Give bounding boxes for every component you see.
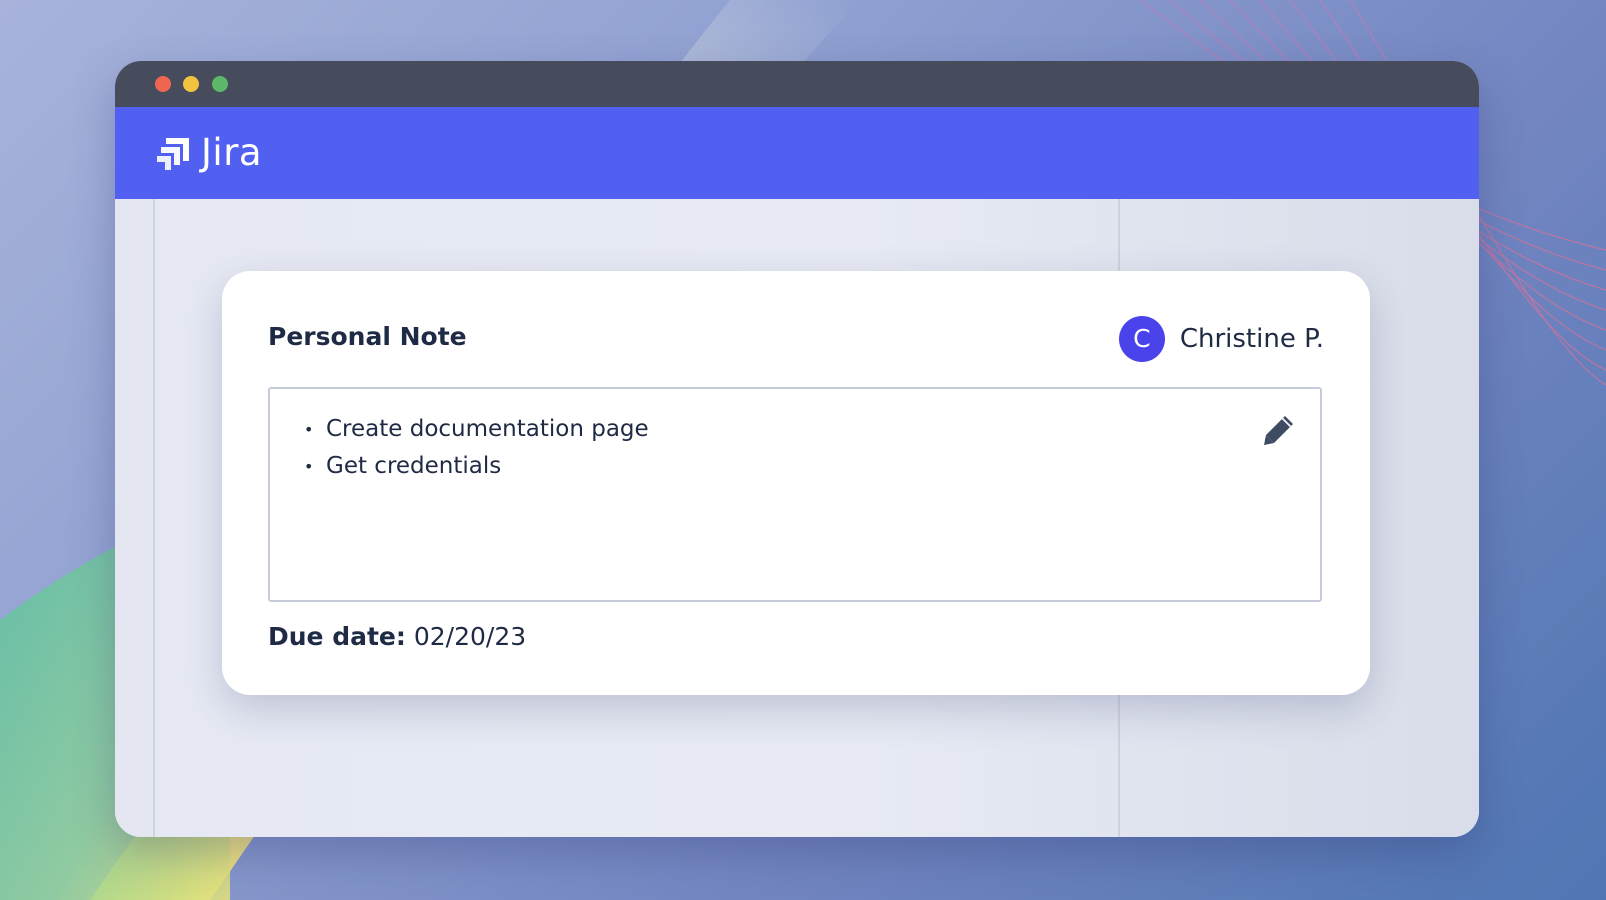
jira-logo[interactable]: Jira xyxy=(155,133,262,173)
note-list: • Create documentation page • Get creden… xyxy=(304,411,649,485)
note-title: Personal Note xyxy=(268,322,467,351)
window-titlebar xyxy=(115,61,1479,107)
list-item: • Get credentials xyxy=(304,448,649,485)
list-item-text: Create documentation page xyxy=(326,416,649,442)
note-content-box[interactable]: • Create documentation page • Get creden… xyxy=(268,387,1322,602)
due-date: Due date: 02/20/23 xyxy=(268,621,526,653)
pencil-icon xyxy=(1264,416,1293,445)
due-date-value: 02/20/23 xyxy=(413,622,527,651)
close-window-button[interactable] xyxy=(155,76,171,92)
bullet: • xyxy=(304,420,314,439)
edit-note-button[interactable] xyxy=(1262,413,1296,447)
list-item: • Create documentation page xyxy=(304,411,649,448)
due-date-label: Due date: xyxy=(268,622,406,651)
note-owner[interactable]: C Christine P. xyxy=(1118,316,1324,362)
owner-name: Christine P. xyxy=(1179,324,1324,354)
list-item-text: Get credentials xyxy=(326,453,502,479)
jira-logo-icon xyxy=(157,138,189,170)
left-sidebar xyxy=(115,199,155,837)
personal-note-card: Personal Note C Christine P. • Create do… xyxy=(222,271,1370,695)
app-header: Jira xyxy=(115,107,1479,199)
app-name: Jira xyxy=(201,131,263,174)
avatar: C xyxy=(1118,316,1165,362)
bullet: • xyxy=(304,457,314,476)
maximize-window-button[interactable] xyxy=(212,76,228,92)
minimize-window-button[interactable] xyxy=(183,76,199,92)
